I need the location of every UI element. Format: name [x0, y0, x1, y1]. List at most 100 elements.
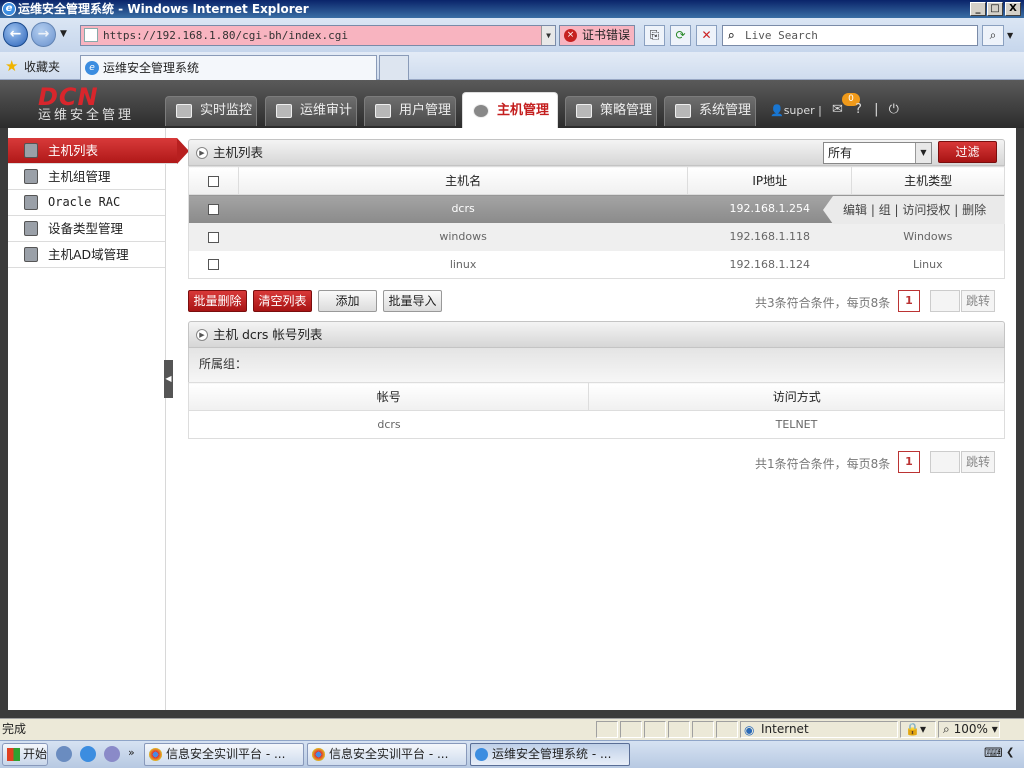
edit-link[interactable]: 编辑 — [843, 203, 867, 217]
tab-label: 用户管理 — [399, 103, 452, 118]
browser-tab-active[interactable]: e 运维安全管理系统 — [80, 55, 377, 80]
history-dropdown-icon[interactable]: ▼ — [60, 29, 67, 39]
back-icon[interactable]: ← — [3, 22, 28, 47]
sidebar-collapse-handle[interactable]: ◀ — [164, 360, 173, 398]
more-quicklaunch-icon[interactable]: » — [128, 746, 135, 759]
taskbar-item[interactable]: 信息安全实训平台 - ... — [144, 743, 304, 766]
host-name: linux — [449, 257, 477, 271]
compat-view-icon[interactable]: ⎘ — [644, 25, 665, 46]
url-field[interactable]: https://192.168.1.80/cgi-bh/index.cgi ▼ — [80, 25, 556, 46]
host-ip: 192.168.1.118 — [687, 222, 852, 251]
sidebar-item-label: Oracle RAC — [48, 195, 121, 209]
favorites-bar: ★ 收藏夹 e 运维安全管理系统 — [0, 52, 1024, 80]
taskbar-item[interactable]: 信息安全实训平台 - ... — [307, 743, 467, 766]
taskbar-item[interactable]: 运维安全管理系统 - ... — [470, 743, 630, 766]
protected-mode-icon[interactable]: 🔒▾ — [900, 721, 936, 738]
windows-logo-icon — [7, 748, 20, 761]
minimize-button[interactable]: _ — [970, 2, 986, 16]
sidebar-item-host-list[interactable]: 主机列表 — [8, 138, 189, 164]
sidebar-item-host-group[interactable]: 主机组管理 — [8, 164, 165, 190]
stop-icon[interactable]: ✕ — [696, 25, 717, 46]
page-number[interactable]: 1 — [898, 290, 920, 312]
help-icon[interactable]: ? — [855, 102, 862, 117]
new-tab-button[interactable] — [379, 55, 409, 80]
clear-list-button[interactable]: 清空列表 — [253, 290, 312, 312]
status-segment — [644, 721, 666, 738]
search-options-icon[interactable]: ▼ — [1007, 31, 1013, 40]
table-row[interactable]: linux 192.168.1.124 Linux — [189, 251, 1005, 279]
cert-error-button[interactable]: × 证书错误 — [559, 25, 635, 46]
separator: | — [874, 102, 879, 117]
ie-quicklaunch-icon[interactable] — [80, 746, 96, 762]
refresh-icon[interactable]: ⟳ — [670, 25, 691, 46]
favorites-label[interactable]: 收藏夹 — [24, 58, 60, 75]
tab-user-mgmt[interactable]: 用户管理 — [364, 96, 456, 126]
group-link[interactable]: 组 — [879, 203, 891, 217]
tab-realtime-monitor[interactable]: 实时监控 — [165, 96, 257, 126]
logout-icon[interactable]: ⏻ — [889, 102, 899, 117]
delete-link[interactable]: 删除 — [962, 203, 986, 217]
host-type: Windows — [851, 222, 1005, 251]
pager-summary: 共3条符合条件，每页8条 — [755, 296, 891, 310]
search-input[interactable]: ⌕ Live Search — [722, 25, 978, 46]
tab-policy-mgmt[interactable]: 策略管理 — [565, 96, 657, 126]
zone-indicator[interactable]: ◉ Internet — [740, 721, 898, 738]
host-type: Linux — [913, 257, 943, 271]
zoom-control[interactable]: ⌕ 100% ▾ — [938, 721, 1000, 738]
page-number[interactable]: 1 — [898, 451, 920, 473]
panel-title: 主机列表 — [213, 145, 264, 160]
maximize-button[interactable]: □ — [987, 2, 1003, 16]
filter-button[interactable]: 过滤 — [938, 141, 997, 163]
close-window-button[interactable]: X — [1005, 2, 1021, 16]
host-name: windows — [238, 222, 688, 251]
zone-label: Internet — [761, 722, 809, 736]
table-row[interactable]: dcrs TELNET — [189, 411, 1005, 439]
search-go-icon[interactable]: ⌕ — [982, 25, 1004, 46]
expand-arrow-icon[interactable]: ▶ — [196, 147, 208, 159]
filter-value: 所有 — [828, 146, 853, 160]
tab-host-mgmt[interactable]: 主机管理 — [462, 92, 558, 128]
frame-right — [1016, 128, 1024, 712]
chevron-down-icon: ▾ — [991, 722, 998, 736]
table-row[interactable]: windows 192.168.1.118 Windows — [188, 222, 1005, 251]
add-host-button[interactable]: 添加 — [318, 290, 377, 312]
row-check-cell — [189, 251, 239, 279]
select-all-checkbox[interactable] — [207, 175, 219, 187]
row-checkbox[interactable] — [208, 203, 220, 215]
sidebar-item-device-type[interactable]: 设备类型管理 — [8, 216, 165, 242]
chrome-icon — [149, 748, 162, 761]
expand-arrow-icon[interactable]: ▶ — [196, 329, 208, 341]
url-dropdown-icon[interactable]: ▼ — [541, 26, 555, 45]
app-header: DCN 运维安全管理 实时监控 运维审计 用户管理 主机管理 策略管理 系统管理… — [0, 80, 1024, 128]
app-quicklaunch-icon[interactable] — [104, 746, 120, 762]
batch-delete-button[interactable]: 批量删除 — [188, 290, 247, 312]
select-all-cell — [188, 166, 239, 195]
tab-system-mgmt[interactable]: 系统管理 — [664, 96, 756, 126]
status-segment — [596, 721, 618, 738]
row-checkbox[interactable] — [208, 231, 220, 243]
jump-button[interactable]: 跳转 — [961, 290, 995, 312]
favorites-star-icon[interactable]: ★ — [5, 57, 18, 75]
jump-page-input[interactable] — [930, 290, 960, 312]
jump-button[interactable]: 跳转 — [961, 451, 995, 473]
sidebar-item-oracle-rac[interactable]: Oracle RAC — [8, 190, 165, 216]
ie-icon — [475, 748, 488, 761]
host-filter-select[interactable]: 所有 ▼ — [823, 142, 932, 164]
current-user[interactable]: 👤super | — [770, 104, 822, 117]
row-checkbox[interactable] — [208, 259, 220, 271]
start-button[interactable]: 开始 — [2, 743, 48, 766]
access-auth-link[interactable]: 访问授权 — [902, 203, 950, 217]
mail-icon[interactable]: ✉ — [832, 102, 843, 117]
batch-import-button[interactable]: 批量导入 — [383, 290, 442, 312]
show-desktop-icon[interactable] — [56, 746, 72, 762]
tab-audit[interactable]: 运维审计 — [265, 96, 357, 126]
forward-icon[interactable]: → — [31, 22, 56, 47]
jump-page-input[interactable] — [930, 451, 960, 473]
keyboard-icon[interactable]: ⌨ — [984, 746, 1003, 761]
sidebar-item-ad-domain[interactable]: 主机AD域管理 — [8, 242, 165, 268]
col-type: 主机类型 — [851, 166, 1005, 195]
page-icon — [84, 28, 98, 42]
header-icons: ✉ ? | ⏻ — [832, 102, 899, 117]
tray-expand-icon[interactable]: ❮ — [1006, 747, 1014, 758]
search-icon: ⌕ — [727, 29, 735, 44]
